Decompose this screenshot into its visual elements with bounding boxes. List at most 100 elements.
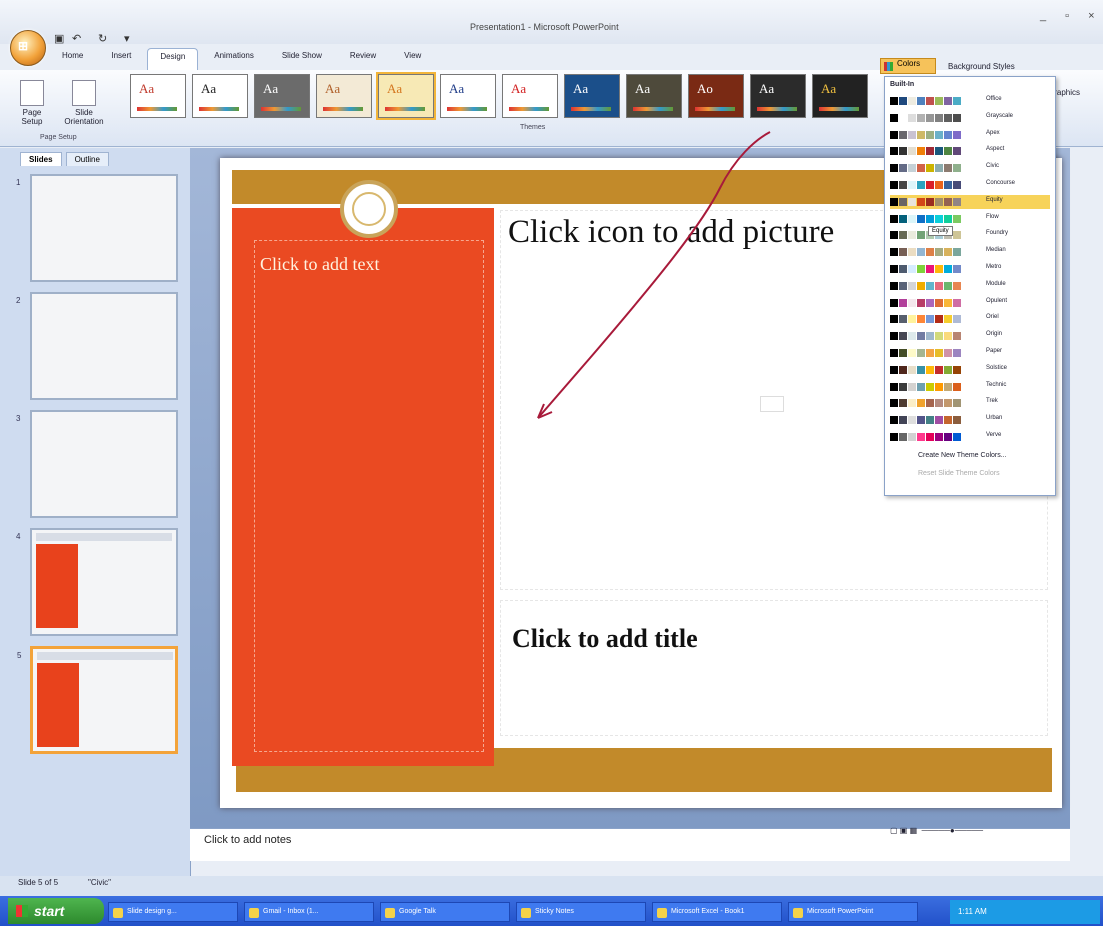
tab-animations[interactable]: Animations	[202, 48, 266, 70]
color-scheme-item[interactable]: Civic	[890, 161, 1050, 175]
theme-thumbnail[interactable]: Aa	[626, 74, 682, 118]
color-scheme-item[interactable]: Aspect	[890, 144, 1050, 158]
color-swatches	[890, 113, 961, 122]
color-scheme-item[interactable]: Trek	[890, 396, 1050, 410]
redo-icon[interactable]: ↻	[98, 32, 107, 45]
tab-insert[interactable]: Insert	[99, 48, 143, 70]
slide-orientation-icon	[72, 80, 96, 106]
color-swatch	[899, 181, 907, 189]
color-swatch	[953, 181, 961, 189]
start-button[interactable]: start	[8, 898, 104, 924]
circle-emblem	[340, 180, 398, 238]
theme-thumbnail[interactable]: Aa	[316, 74, 372, 118]
color-scheme-item[interactable]: Equity	[890, 194, 1050, 209]
theme-thumbnail[interactable]: Aa	[440, 74, 496, 118]
theme-thumbnail[interactable]: Aa	[750, 74, 806, 118]
slide-number: 4	[16, 532, 21, 541]
color-scheme-item[interactable]: Office	[890, 94, 1050, 108]
color-swatch	[899, 164, 907, 173]
notes-placeholder[interactable]: Click to add notes	[204, 834, 291, 846]
color-swatch	[899, 332, 907, 341]
color-scheme-item[interactable]: Opulent	[890, 296, 1050, 310]
qat-dropdown-icon[interactable]: ▾	[124, 32, 130, 45]
reset-theme-colors[interactable]: Reset Slide Theme Colors	[918, 470, 1000, 477]
color-scheme-item[interactable]: Urban	[890, 413, 1050, 427]
ribbon-tabs: Home Insert Design Animations Slide Show Revi…	[50, 48, 433, 70]
color-swatch	[908, 416, 916, 425]
color-scheme-item[interactable]: Solstice	[890, 363, 1050, 377]
color-scheme-item[interactable]: Metro	[890, 262, 1050, 276]
theme-color-bar	[199, 107, 239, 111]
colors-button[interactable]: Colors	[880, 58, 936, 74]
tab-design[interactable]: Design	[147, 48, 199, 70]
theme-color-bar	[323, 107, 363, 111]
create-theme-colors[interactable]: Create New Theme Colors...	[918, 452, 1007, 459]
color-swatch	[908, 147, 916, 156]
color-scheme-item[interactable]: Module	[890, 279, 1050, 293]
taskbar-item[interactable]: Microsoft Excel - Book1	[652, 902, 782, 922]
theme-thumbnail[interactable]: Aa	[812, 74, 868, 118]
tab-view[interactable]: View	[392, 48, 433, 70]
theme-thumbnail[interactable]: Aa	[254, 74, 310, 118]
tab-slide-show[interactable]: Slide Show	[270, 48, 334, 70]
title-placeholder[interactable]: Click to add title	[512, 624, 698, 654]
color-scheme-item[interactable]: Apex	[890, 128, 1050, 142]
color-swatch	[944, 349, 952, 357]
page-setup-label: Page Setup	[21, 108, 43, 126]
taskbar-item[interactable]: Slide design g...	[108, 902, 238, 922]
text-placeholder[interactable]: Click to add text	[260, 254, 379, 275]
slide-thumbnail[interactable]: 2	[16, 292, 178, 400]
color-scheme-item[interactable]: Origin	[890, 329, 1050, 343]
color-scheme-item[interactable]: Technic	[890, 380, 1050, 394]
color-scheme-item[interactable]: Oriel	[890, 312, 1050, 326]
taskbar-item[interactable]: Microsoft PowerPoint	[788, 902, 918, 922]
color-swatch	[908, 433, 916, 441]
color-scheme-item[interactable]: Paper	[890, 346, 1050, 360]
slide-thumbnail[interactable]: 3	[16, 410, 178, 518]
taskbar-item[interactable]: Google Talk	[380, 902, 510, 922]
zoom-slider[interactable]: ▢ ▣ ▦ ─────●─────	[890, 826, 1090, 842]
office-button[interactable]: ⊞	[10, 30, 46, 66]
taskbar-item[interactable]: Gmail - Inbox (1...	[244, 902, 374, 922]
theme-label: Aa	[759, 81, 775, 96]
tab-home[interactable]: Home	[50, 48, 95, 70]
theme-color-bar	[261, 107, 301, 111]
undo-icon[interactable]: ↶	[72, 32, 81, 45]
color-swatch	[917, 433, 925, 441]
color-swatch	[926, 382, 934, 391]
tab-review[interactable]: Review	[338, 48, 388, 70]
theme-thumbnail[interactable]: Aa	[564, 74, 620, 118]
slide-thumbnail[interactable]: 5	[17, 646, 178, 754]
pane-tab-slides[interactable]: Slides	[20, 152, 62, 166]
color-swatch	[953, 164, 961, 173]
color-swatch	[899, 113, 907, 122]
background-styles-button[interactable]: Background Styles	[948, 62, 1015, 71]
color-scheme-name: Urban	[986, 415, 1003, 422]
slide-thumbnail[interactable]: 1	[16, 174, 178, 282]
save-icon[interactable]: ▣	[54, 32, 64, 45]
theme-thumbnail[interactable]: Aa	[502, 74, 558, 118]
color-scheme-item[interactable]: Median	[890, 245, 1050, 259]
color-scheme-item[interactable]: Concourse	[890, 178, 1050, 192]
window-controls[interactable]: _ ▫ ×	[1040, 10, 1103, 22]
pane-tab-outline[interactable]: Outline	[65, 152, 109, 166]
theme-thumbnail[interactable]: Aa	[130, 74, 186, 118]
color-scheme-name: Module	[986, 280, 1006, 287]
theme-thumbnail[interactable]: Ao	[688, 74, 744, 118]
text-placeholder-box[interactable]	[254, 240, 484, 752]
taskbar-item[interactable]: Sticky Notes	[516, 902, 646, 922]
color-scheme-item[interactable]: Foundry	[890, 228, 1050, 242]
slide-orientation-button[interactable]: Slide Orientation	[56, 80, 112, 126]
theme-label: Aa	[201, 81, 217, 96]
theme-thumbnail[interactable]: Aa	[192, 74, 248, 118]
color-scheme-item[interactable]: Grayscale	[890, 111, 1050, 125]
color-scheme-item[interactable]: Verve	[890, 430, 1050, 444]
title-placeholder-box[interactable]	[500, 600, 1048, 736]
theme-thumbnail[interactable]: Aa	[376, 72, 436, 120]
page-setup-button[interactable]: Page Setup	[12, 80, 52, 126]
slide-thumbnail[interactable]: 4	[16, 528, 178, 636]
color-scheme-item[interactable]: Flow	[890, 212, 1050, 226]
color-swatch	[890, 365, 898, 374]
color-swatch	[953, 265, 961, 273]
color-scheme-name: Grayscale	[986, 112, 1014, 119]
